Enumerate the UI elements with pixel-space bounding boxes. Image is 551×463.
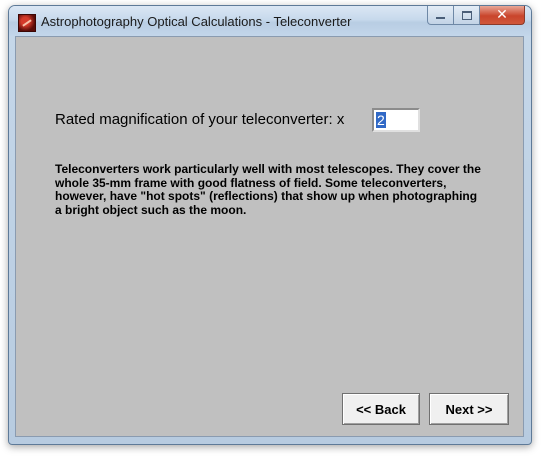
close-button[interactable]: ✕ bbox=[480, 6, 525, 25]
title-bar[interactable]: Astrophotography Optical Calculations - … bbox=[9, 6, 531, 36]
maximize-icon bbox=[461, 10, 472, 20]
minimize-icon bbox=[436, 17, 445, 19]
magnification-input[interactable]: 2 bbox=[372, 108, 420, 132]
window-title: Astrophotography Optical Calculations - … bbox=[41, 14, 352, 29]
magnification-value: 2 bbox=[376, 112, 386, 128]
minimize-button[interactable] bbox=[427, 6, 454, 25]
back-button[interactable]: << Back bbox=[342, 393, 420, 425]
close-icon: ✕ bbox=[496, 7, 508, 23]
app-window: Astrophotography Optical Calculations - … bbox=[8, 5, 532, 445]
app-icon[interactable] bbox=[18, 14, 36, 32]
magnification-label: Rated magnification of your teleconverte… bbox=[55, 111, 345, 128]
caption-buttons: ✕ bbox=[427, 6, 525, 26]
next-button[interactable]: Next >> bbox=[429, 393, 509, 425]
maximize-button[interactable] bbox=[454, 6, 480, 25]
client-area: Rated magnification of your teleconverte… bbox=[15, 36, 524, 437]
description-text: Teleconverters work particularly well wi… bbox=[55, 162, 481, 217]
